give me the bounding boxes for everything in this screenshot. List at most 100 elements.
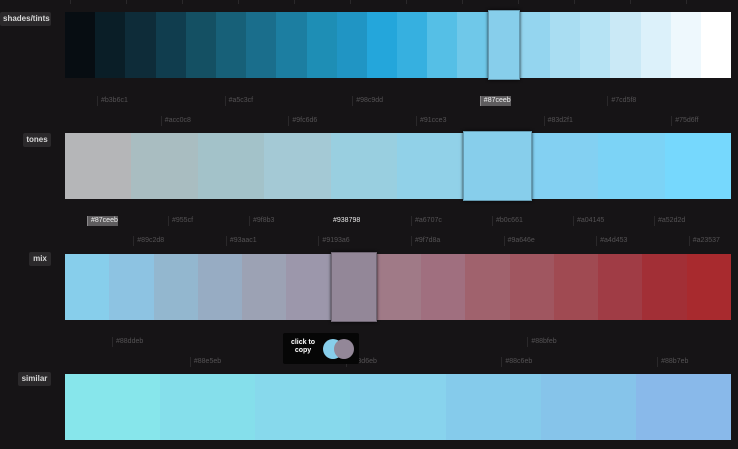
- hex-code-label[interactable]: #87ceeb: [87, 216, 118, 226]
- hex-code-label[interactable]: #4f6f7e: [238, 0, 265, 4]
- color-swatch[interactable]: [700, 12, 732, 78]
- color-swatch[interactable]: [598, 254, 643, 320]
- hex-code-label[interactable]: #9f8b3: [249, 216, 274, 226]
- color-swatch[interactable]: [465, 254, 510, 320]
- hex-code-label[interactable]: #75d6ff: [671, 116, 698, 126]
- color-swatch[interactable]: [553, 254, 599, 320]
- hex-code-label[interactable]: #a6707c: [411, 216, 442, 226]
- hex-code-label[interactable]: #7cd5f8: [607, 96, 636, 106]
- color-swatch[interactable]: [397, 12, 428, 78]
- color-swatch[interactable]: [376, 254, 422, 320]
- color-swatch[interactable]: [598, 133, 665, 199]
- color-swatch[interactable]: [421, 254, 466, 320]
- color-swatch[interactable]: [640, 12, 671, 78]
- color-swatch[interactable]: [531, 133, 599, 199]
- shades-tints-strip[interactable]: [65, 10, 732, 80]
- hex-code-label[interactable]: #9f7d8a: [411, 236, 440, 246]
- hex-code-label[interactable]: #34495a: [182, 0, 213, 4]
- hex-code-label[interactable]: #98c9dd: [352, 96, 383, 106]
- color-swatch[interactable]: [686, 254, 731, 320]
- hex-code-label[interactable]: #6a8ea0: [294, 0, 325, 4]
- hex-code-label[interactable]: #a5c3cf: [224, 96, 253, 106]
- color-swatch[interactable]: [65, 374, 161, 440]
- color-swatch[interactable]: [125, 12, 156, 78]
- hex-code-label[interactable]: #88ddeb: [112, 337, 143, 347]
- color-swatch[interactable]: [131, 133, 198, 199]
- hex-code-label[interactable]: #938798: [330, 216, 360, 226]
- hex-code-label[interactable]: #acc0c8: [160, 116, 191, 126]
- color-swatch[interactable]: [276, 12, 307, 78]
- hex-code-label[interactable]: #b0c661: [492, 216, 523, 226]
- color-swatch[interactable]: [540, 374, 636, 440]
- hex-code-label[interactable]: #dbeef4: [518, 0, 547, 4]
- hex-code-label[interactable]: #9a646e: [503, 236, 535, 246]
- color-swatch[interactable]: [264, 133, 331, 199]
- color-swatch[interactable]: [457, 12, 488, 78]
- color-swatch[interactable]: [445, 374, 541, 440]
- hex-code-label[interactable]: #87a9b8: [350, 0, 381, 4]
- hex-code-label[interactable]: #a23537: [688, 236, 720, 246]
- hex-code-label[interactable]: #88bfeb: [527, 337, 557, 347]
- hex-code-label[interactable]: #88b7eb: [657, 357, 688, 367]
- color-swatch[interactable]: [580, 12, 611, 78]
- color-swatch[interactable]: [306, 12, 337, 78]
- color-swatch[interactable]: [366, 12, 398, 78]
- color-swatch[interactable]: [610, 12, 641, 78]
- hex-code-label[interactable]: #955cf: [168, 216, 193, 226]
- color-swatch[interactable]: [215, 12, 247, 78]
- color-swatch[interactable]: [670, 12, 701, 78]
- color-swatch[interactable]: [550, 12, 581, 78]
- mix-strip[interactable]: [65, 252, 731, 322]
- color-swatch[interactable]: [635, 374, 731, 440]
- hex-code-label[interactable]: #ffffff: [686, 0, 705, 4]
- hex-code-label[interactable]: #1c2d34: [126, 0, 157, 4]
- color-swatch[interactable]: [153, 254, 198, 320]
- hex-code-label[interactable]: #f4fbfd: [574, 0, 599, 4]
- color-swatch[interactable]: [664, 133, 732, 199]
- color-swatch[interactable]: [109, 254, 154, 320]
- hex-code-label[interactable]: #0c1314: [70, 0, 101, 4]
- hex-code-label[interactable]: #93aac1: [225, 236, 257, 246]
- hex-code-label[interactable]: #a04145: [573, 216, 604, 226]
- hex-code-label[interactable]: #fdfeff: [630, 0, 653, 4]
- hex-code-label[interactable]: #b3b6c1: [97, 96, 128, 106]
- color-swatch[interactable]: [286, 254, 331, 320]
- hex-code-label[interactable]: #a4d453: [596, 236, 627, 246]
- hex-code-label[interactable]: #a52d2d: [654, 216, 685, 226]
- color-swatch[interactable]: [160, 374, 256, 440]
- hex-code-label[interactable]: #88e5eb: [189, 357, 221, 367]
- click-to-copy-button[interactable]: click to copy: [283, 333, 359, 364]
- hex-code-label[interactable]: #83d2f1: [543, 116, 573, 126]
- color-swatch[interactable]: [197, 133, 265, 199]
- color-swatch[interactable]: [509, 254, 554, 320]
- color-swatch[interactable]: [336, 12, 367, 78]
- color-swatch[interactable]: [65, 12, 96, 78]
- tones-strip[interactable]: [65, 131, 732, 201]
- color-swatch[interactable]: [463, 131, 532, 201]
- color-swatch[interactable]: [185, 12, 216, 78]
- color-swatch[interactable]: [330, 252, 377, 322]
- similar-strip[interactable]: [65, 374, 731, 440]
- color-swatch[interactable]: [487, 10, 520, 80]
- hex-code-label[interactable]: #89c2d8: [133, 236, 164, 246]
- color-swatch[interactable]: [427, 12, 458, 78]
- color-swatch[interactable]: [519, 12, 550, 78]
- color-swatch[interactable]: [246, 12, 277, 78]
- color-swatch[interactable]: [642, 254, 687, 320]
- hex-code-label[interactable]: #9fc6d6: [288, 116, 317, 126]
- color-swatch[interactable]: [397, 133, 464, 199]
- hex-code-label[interactable]: #c1dbe5: [462, 0, 493, 4]
- hex-code-label[interactable]: #a4c4d1: [406, 0, 437, 4]
- color-swatch[interactable]: [95, 12, 126, 78]
- color-swatch[interactable]: [350, 374, 446, 440]
- color-swatch[interactable]: [330, 133, 398, 199]
- color-swatch[interactable]: [255, 374, 351, 440]
- hex-code-label[interactable]: #88c6eb: [501, 357, 532, 367]
- hex-code-label[interactable]: #9193a6: [318, 236, 350, 246]
- color-swatch[interactable]: [65, 254, 110, 320]
- hex-code-label[interactable]: #87ceeb: [479, 96, 511, 106]
- color-swatch[interactable]: [155, 12, 186, 78]
- color-swatch[interactable]: [197, 254, 243, 320]
- hex-code-label[interactable]: #91cce3: [416, 116, 446, 126]
- color-swatch[interactable]: [242, 254, 287, 320]
